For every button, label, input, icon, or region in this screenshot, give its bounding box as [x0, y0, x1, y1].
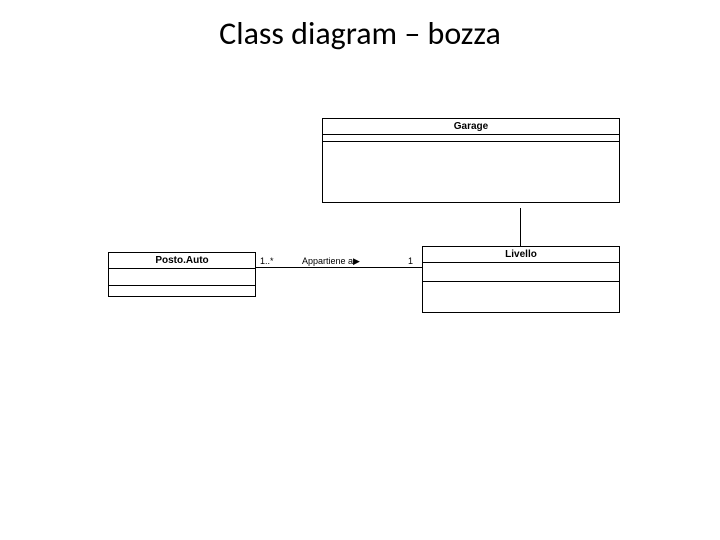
multiplicity-right: 1 [408, 256, 413, 266]
uml-class-postoauto-attributes [109, 269, 255, 286]
uml-class-postoauto-operations [109, 286, 255, 296]
connector-postoauto-livello [255, 267, 422, 268]
uml-class-garage-attributes [323, 135, 619, 142]
uml-class-garage-name: Garage [323, 119, 619, 135]
uml-class-livello: Livello [422, 246, 620, 313]
association-name: Appartiene a▶ [302, 256, 360, 267]
uml-class-livello-attributes [423, 263, 619, 282]
uml-class-postoauto-name: Posto.Auto [109, 253, 255, 269]
uml-class-livello-name: Livello [423, 247, 619, 263]
uml-class-garage: Garage [322, 118, 620, 203]
multiplicity-left: 1..* [260, 256, 274, 266]
slide-title: Class diagram – bozza [0, 14, 720, 53]
uml-class-livello-operations [423, 282, 619, 312]
uml-class-garage-operations [323, 142, 619, 202]
connector-garage-livello [520, 208, 521, 246]
uml-class-postoauto: Posto.Auto [108, 252, 256, 297]
